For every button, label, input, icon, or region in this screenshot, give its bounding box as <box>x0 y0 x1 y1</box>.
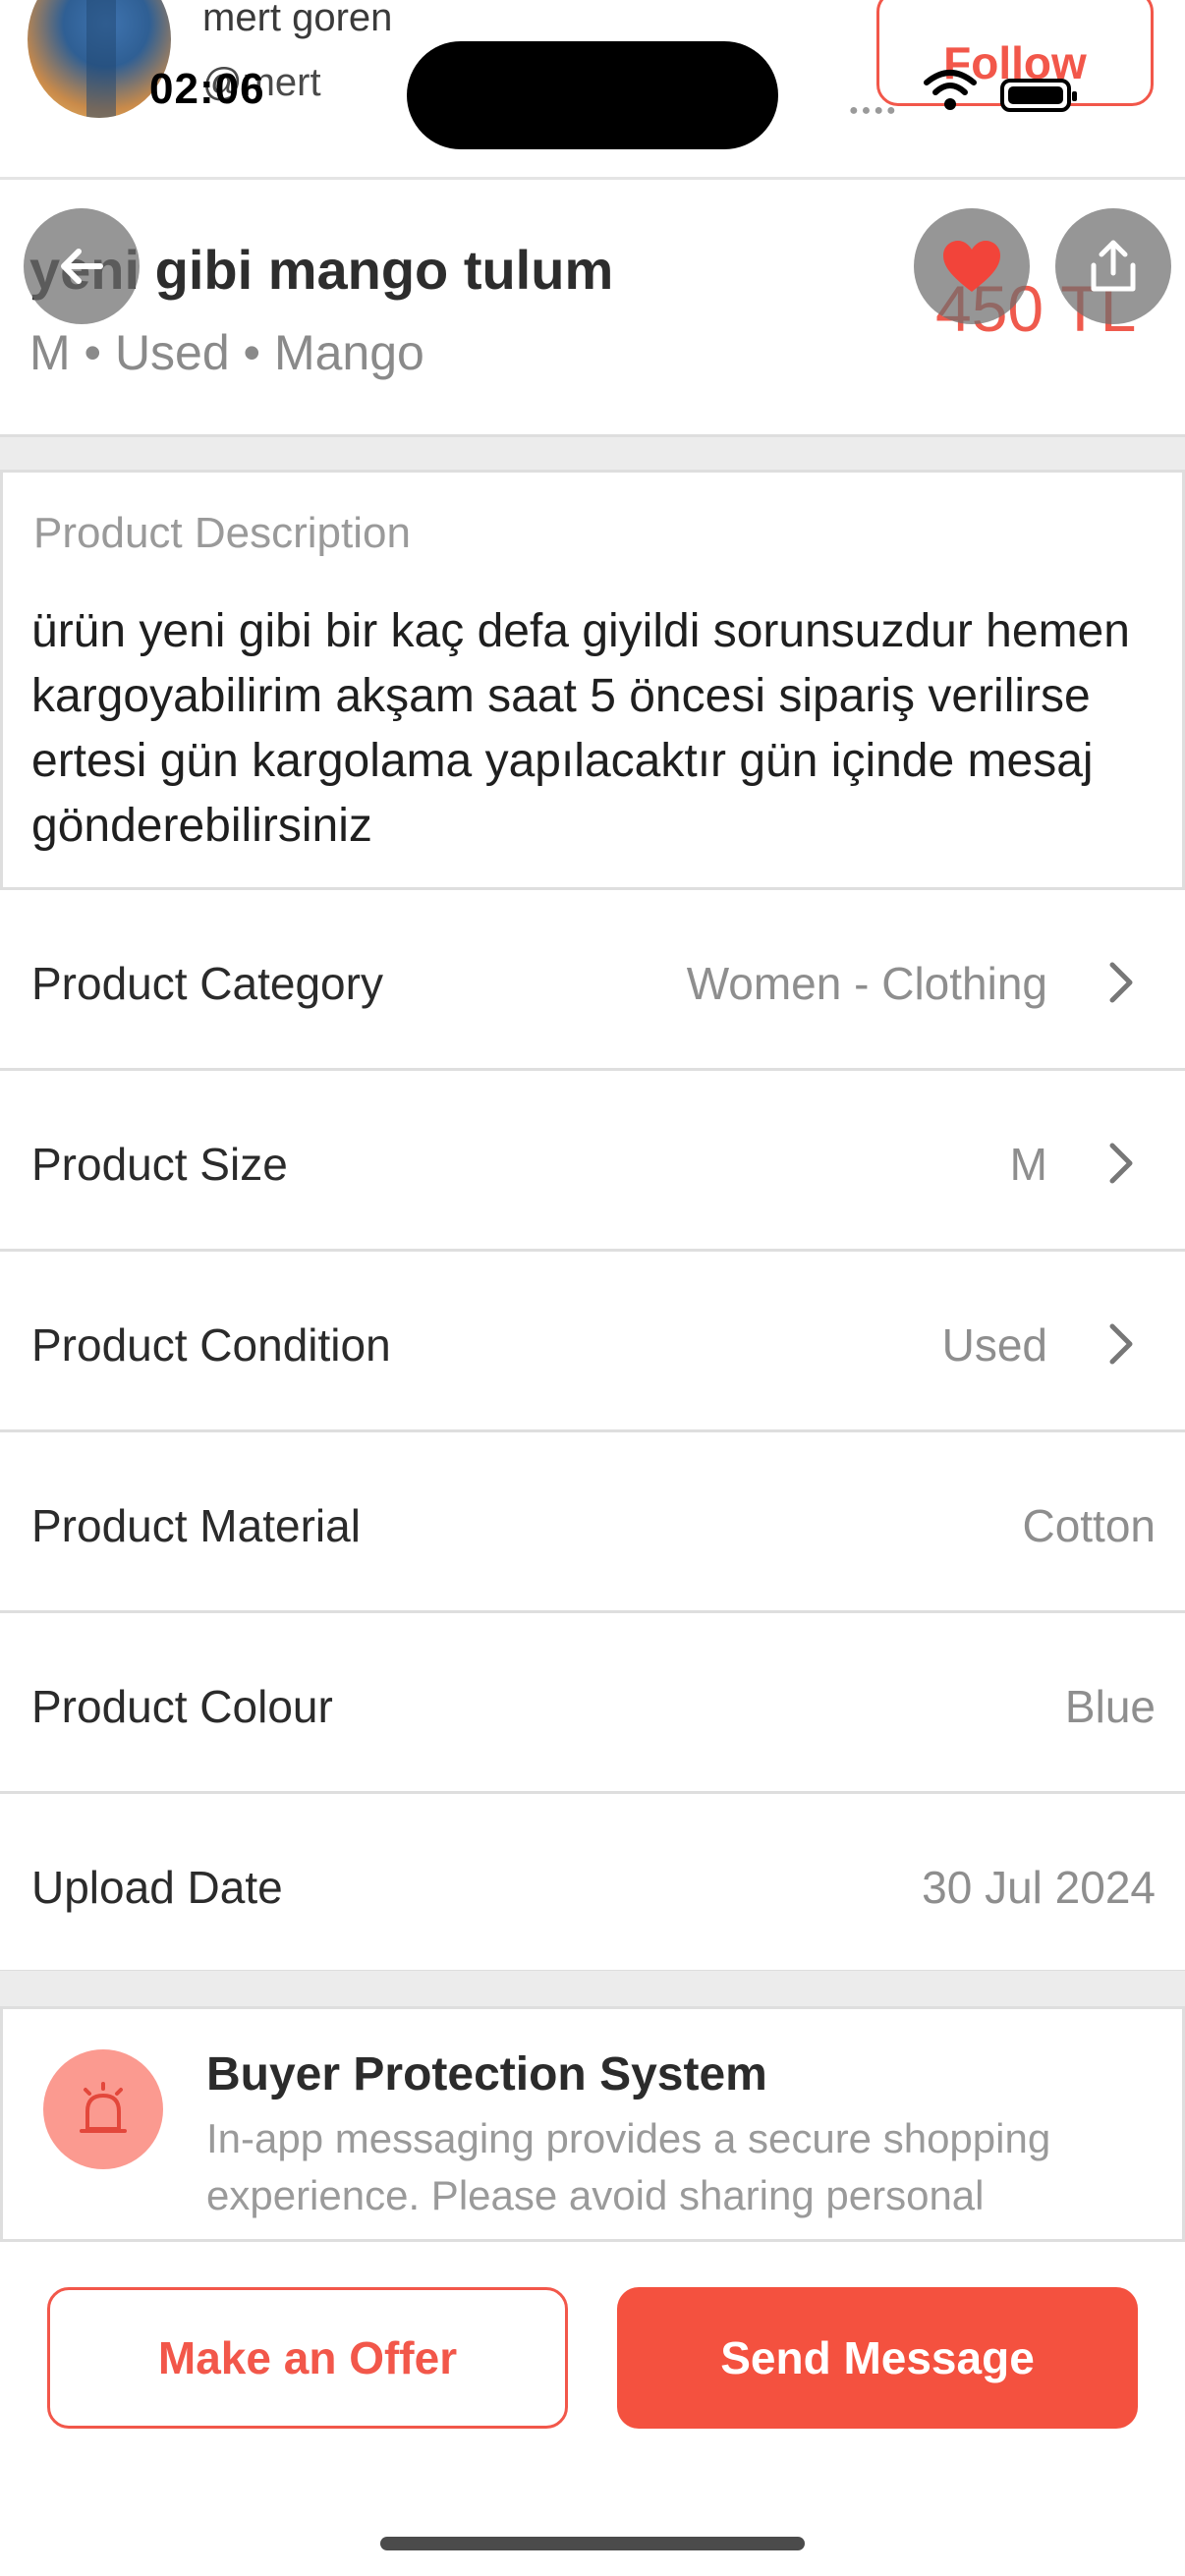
attribute-label: Product Category <box>31 958 383 1009</box>
buyer-protection-text: In-app messaging provides a secure shopp… <box>206 2115 1051 2218</box>
chevron-right-icon <box>1109 1323 1133 1365</box>
attribute-row-condition[interactable]: Product Condition Used <box>0 1252 1185 1432</box>
attribute-label: Product Colour <box>31 1681 333 1732</box>
description-text: ürün yeni gibi bir kaç defa giyildi soru… <box>31 605 1130 852</box>
buyer-protection-title: Buyer Protection System <box>206 2048 767 2100</box>
back-button[interactable] <box>24 208 140 324</box>
attribute-label: Upload Date <box>31 1862 283 1913</box>
section-separator <box>0 434 1185 472</box>
dynamic-island <box>407 41 778 149</box>
make-offer-button[interactable]: Make an Offer <box>47 2287 568 2429</box>
attribute-value: M <box>1009 1139 1047 1190</box>
status-time: 02:06 <box>149 65 265 113</box>
attribute-value: Cotton <box>1022 1500 1156 1551</box>
battery-icon <box>1000 79 1077 112</box>
attribute-value: Women - Clothing <box>686 958 1047 1009</box>
attribute-label: Product Condition <box>31 1319 391 1371</box>
wifi-icon <box>924 70 977 110</box>
attribute-label: Product Material <box>31 1500 361 1551</box>
favorite-button[interactable] <box>914 208 1030 324</box>
home-indicator[interactable] <box>380 2537 805 2550</box>
attribute-row-upload-date: Upload Date 30 Jul 2024 <box>0 1794 1185 1973</box>
attribute-row-colour: Product Colour Blue <box>0 1613 1185 1794</box>
attribute-label: Product Size <box>31 1139 288 1190</box>
chevron-right-icon <box>1109 1143 1133 1184</box>
section-separator <box>0 1971 1185 2008</box>
send-message-button[interactable]: Send Message <box>617 2287 1138 2429</box>
attribute-row-size[interactable]: Product Size M <box>0 1071 1185 1252</box>
share-button[interactable] <box>1055 208 1171 324</box>
seller-name[interactable]: mert goren <box>202 0 392 40</box>
attribute-value: 30 Jul 2024 <box>922 1862 1156 1913</box>
description-label: Product Description <box>33 509 411 557</box>
attribute-row-material: Product Material Cotton <box>0 1432 1185 1613</box>
chevron-right-icon <box>1109 962 1133 1003</box>
attribute-value: Blue <box>1064 1681 1156 1732</box>
cellular-signal-icon: ●●●● <box>849 102 899 119</box>
share-icon <box>1091 240 1136 292</box>
alarm-icon <box>43 2049 163 2169</box>
arrow-left-icon <box>61 249 103 284</box>
attribute-value: Used <box>941 1319 1047 1371</box>
product-subtitle: M • Used • Mango <box>29 325 424 380</box>
attribute-row-category[interactable]: Product Category Women - Clothing <box>0 890 1185 1071</box>
heart-icon <box>943 241 1000 292</box>
header-divider <box>0 177 1185 180</box>
